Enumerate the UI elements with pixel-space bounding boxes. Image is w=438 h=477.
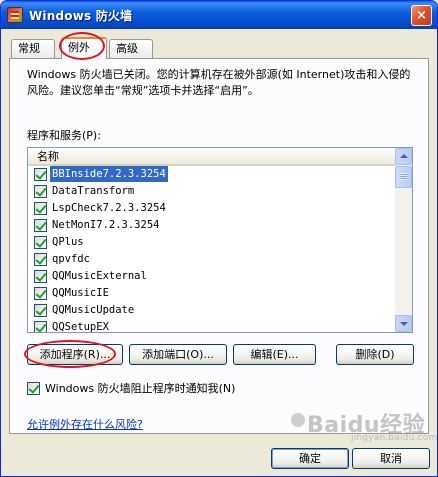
tab-general[interactable]: 常规 — [11, 39, 55, 58]
list-item[interactable]: NetMonI7.2.3.3254 — [28, 217, 396, 234]
exceptions-panel: Windows 防火墙已关闭。您的计算机存在被外部源(如 Internet)攻击… — [9, 58, 429, 434]
add-port-button[interactable]: 添加端口(O)... — [129, 344, 227, 365]
tab-advanced[interactable]: 高级 — [109, 39, 153, 58]
checkbox[interactable] — [34, 202, 47, 215]
programs-listbox[interactable]: 名称 BBInside7.2.3.3254 DataTransform LspC… — [27, 147, 413, 333]
firewall-icon — [7, 7, 23, 23]
programs-list-caption: 程序和服务(P): — [27, 129, 101, 142]
scroll-down-icon[interactable] — [395, 315, 412, 332]
notify-label: Windows 防火墙阻止程序时通知我(N) — [45, 382, 236, 395]
cancel-button[interactable]: 取消 — [352, 448, 430, 469]
close-button[interactable]: × — [411, 5, 432, 26]
vertical-scrollbar[interactable] — [395, 148, 412, 332]
checkbox[interactable] — [34, 321, 47, 332]
list-item[interactable]: LspCheck7.2.3.3254 — [28, 200, 396, 217]
notify-checkbox[interactable] — [27, 382, 40, 395]
baidu-watermark: Baidu经验 jingyan.baidu.com — [291, 405, 437, 445]
list-item-label: QPlus — [52, 236, 84, 248]
list-item[interactable]: QQSetupEX — [28, 319, 396, 333]
checkbox[interactable] — [34, 185, 47, 198]
list-item[interactable]: qpvfdc — [28, 251, 396, 268]
scroll-thumb[interactable] — [395, 166, 412, 188]
ok-button[interactable]: 确定 — [271, 448, 349, 469]
list-item-label: BBInside7.2.3.3254 — [50, 166, 168, 182]
window-title: Windows 防火墙 — [29, 9, 133, 23]
list-item[interactable]: BBInside7.2.3.3254 — [28, 166, 396, 183]
checkbox[interactable] — [34, 287, 47, 300]
list-item-label: QQMusicIE — [52, 287, 109, 299]
list-item-label: LspCheck7.2.3.3254 — [52, 202, 166, 214]
checkbox[interactable] — [34, 219, 47, 232]
firewall-off-warning: Windows 防火墙已关闭。您的计算机存在被外部源(如 Internet)攻击… — [27, 68, 411, 97]
list-item-label: QQMusicExternal — [52, 270, 147, 282]
checkbox[interactable] — [34, 270, 47, 283]
edit-button[interactable]: 编辑(E)... — [233, 344, 316, 365]
add-program-annotation-circle — [24, 340, 116, 368]
list-item-label: DataTransform — [52, 185, 135, 197]
baidu-paw-icon — [291, 413, 305, 427]
program-rows: BBInside7.2.3.3254 DataTransform LspChec… — [28, 166, 396, 333]
title-bar[interactable]: Windows 防火墙 × — [1, 1, 437, 29]
column-header-name[interactable]: 名称 — [28, 148, 396, 166]
watermark-sub: jingyan.baidu.com — [351, 433, 438, 443]
delete-button[interactable]: 删除(D) — [336, 344, 414, 365]
list-item[interactable]: QQMusicExternal — [28, 268, 396, 285]
list-item-label: qpvfdc — [52, 253, 90, 265]
list-item-label: NetMonI7.2.3.3254 — [52, 219, 160, 231]
list-item[interactable]: QPlus — [28, 234, 396, 251]
checkbox[interactable] — [34, 304, 47, 317]
list-item[interactable]: DataTransform — [28, 183, 396, 200]
list-item[interactable]: QQMusicUpdate — [28, 302, 396, 319]
checkbox[interactable] — [34, 253, 47, 266]
list-item-label: QQMusicUpdate — [52, 304, 135, 316]
list-item-label: QQSetupEX — [52, 321, 109, 333]
exceptions-risk-link[interactable]: 允许例外存在什么风险? — [27, 416, 143, 432]
list-item[interactable]: QQMusicIE — [28, 285, 396, 302]
checkbox[interactable] — [34, 168, 47, 181]
firewall-window: Windows 防火墙 × 常规 例外 高级 Windows 防火墙已关闭。您的… — [0, 0, 438, 477]
tab-annotation-circle — [59, 32, 105, 60]
checkbox[interactable] — [34, 236, 47, 249]
scroll-up-icon[interactable] — [395, 148, 412, 165]
